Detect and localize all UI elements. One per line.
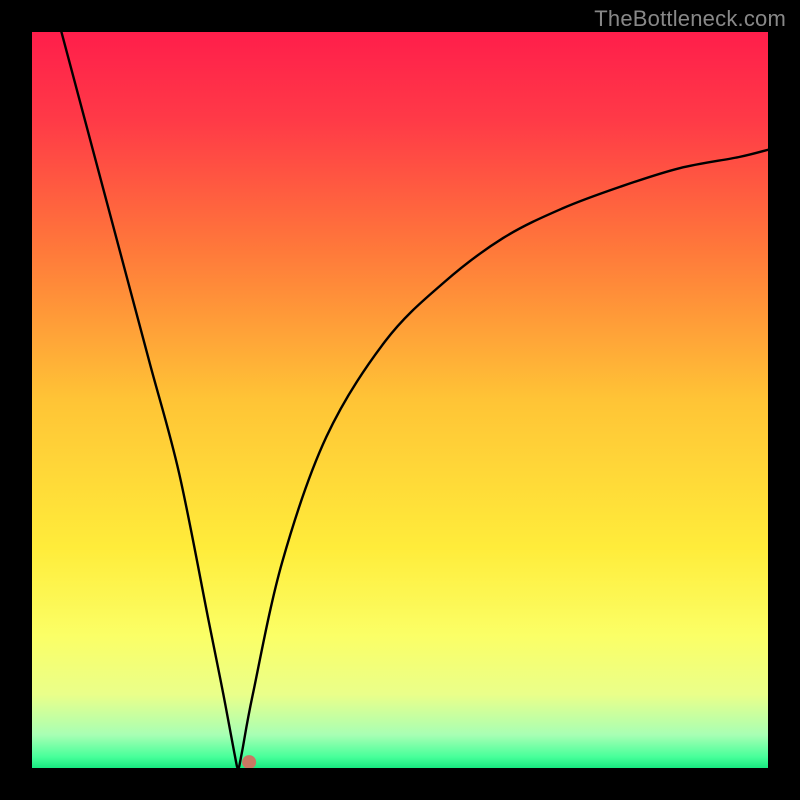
chart-plot-area (32, 32, 768, 768)
gradient-background (32, 32, 768, 768)
bottleneck-chart (32, 32, 768, 768)
watermark-text: TheBottleneck.com (594, 6, 786, 32)
